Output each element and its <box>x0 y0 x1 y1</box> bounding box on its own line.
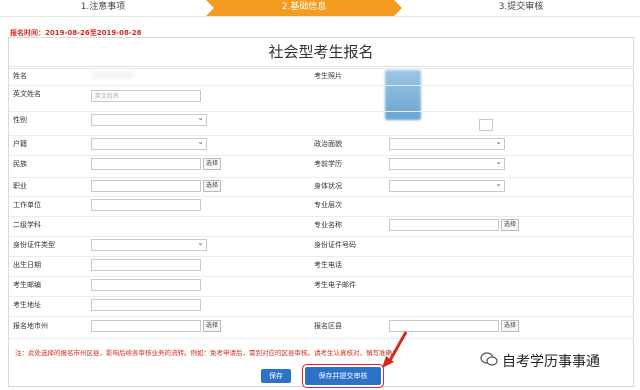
label-hukou: 户籍 <box>13 140 27 148</box>
id-type-select[interactable] <box>91 237 207 251</box>
row-major <box>9 216 633 217</box>
candidate-photo <box>385 70 421 120</box>
work-unit-input[interactable] <box>91 199 201 211</box>
label-phone: 考生电话 <box>314 261 342 269</box>
label-address: 考生地址 <box>13 301 41 309</box>
step-1[interactable]: 1.注意事项 <box>0 0 206 16</box>
label-education: 考前学历 <box>314 160 342 168</box>
row-work <box>9 196 633 197</box>
save-button[interactable]: 保存 <box>261 369 291 383</box>
ethnic-choose-button[interactable]: 选择 <box>203 158 221 170</box>
row-job <box>9 177 633 178</box>
label-politics: 政治面貌 <box>314 140 342 148</box>
save-submit-button[interactable]: 保存并提交审核 <box>305 367 381 385</box>
row-id <box>9 236 633 237</box>
label-level: 专业层次 <box>314 201 342 209</box>
education-select[interactable] <box>389 156 505 170</box>
reg-city-input[interactable] <box>91 320 201 332</box>
label-email: 考生电子邮件 <box>314 281 356 289</box>
label-work-unit: 工作单位 <box>13 201 41 209</box>
reg-city-choose-button[interactable]: 选择 <box>203 320 221 332</box>
arrow-icon <box>382 331 408 368</box>
label-photo: 考生照片 <box>314 72 342 80</box>
address-input[interactable] <box>91 299 201 311</box>
row-english <box>9 85 633 86</box>
form-title: 社会型考生报名 <box>9 38 633 67</box>
label-second-major: 二级学科 <box>13 221 41 229</box>
wechat-icon <box>480 352 498 366</box>
label-id-type: 身份证件类型 <box>13 241 55 249</box>
label-english-name: 英文姓名 <box>13 90 41 98</box>
label-major-name: 专业名称 <box>314 221 342 229</box>
major-choose-button[interactable]: 选择 <box>501 219 519 231</box>
step-3[interactable]: 3.提交审核 <box>402 0 640 16</box>
label-ethnic: 民族 <box>13 160 27 168</box>
job-choose-button[interactable]: 选择 <box>203 180 221 192</box>
label-reg-city: 报名地市州 <box>13 322 48 330</box>
major-name-input[interactable] <box>389 219 499 231</box>
name-value <box>93 72 133 78</box>
photo-upload-input[interactable] <box>479 119 493 131</box>
label-postcode: 考生邮编 <box>13 281 41 289</box>
row-postcode <box>9 276 633 277</box>
row-gender <box>9 111 633 112</box>
row-note <box>9 338 633 339</box>
label-health: 身体状况 <box>314 182 342 190</box>
row-address <box>9 296 633 297</box>
label-job: 职业 <box>13 182 27 190</box>
row-hukou <box>9 135 633 136</box>
row-region <box>9 316 633 317</box>
reg-district-choose-button[interactable]: 选择 <box>501 320 519 332</box>
step-2-active[interactable]: 2.基础信息 <box>206 0 402 16</box>
birth-date-input[interactable] <box>91 259 201 271</box>
label-name: 姓名 <box>13 72 27 80</box>
label-gender: 性别 <box>13 116 27 124</box>
label-id-number: 身份证件号码 <box>314 241 356 249</box>
postcode-input[interactable] <box>91 279 201 291</box>
row-name <box>9 68 633 69</box>
job-input[interactable] <box>91 180 201 192</box>
politics-select[interactable] <box>389 136 505 150</box>
row-ethnic <box>9 155 633 156</box>
row-birth <box>9 256 633 257</box>
step-bar: 1.注意事项 2.基础信息 3.提交审核 <box>0 0 640 17</box>
ethnic-input[interactable] <box>91 158 201 170</box>
gender-select[interactable] <box>91 112 207 126</box>
label-birth: 出生日期 <box>13 261 41 269</box>
health-select[interactable] <box>389 178 505 192</box>
label-reg-district: 报名区县 <box>314 322 342 330</box>
watermark-text: 自考学历事事通 <box>502 354 600 370</box>
english-name-input[interactable]: 英文姓名 <box>91 90 201 102</box>
registration-form: 社会型考生报名 姓名 考生照片 英文姓名 英文姓名 性别 户籍 政治面貌 民族 … <box>8 37 634 387</box>
hukou-select[interactable] <box>91 136 207 150</box>
